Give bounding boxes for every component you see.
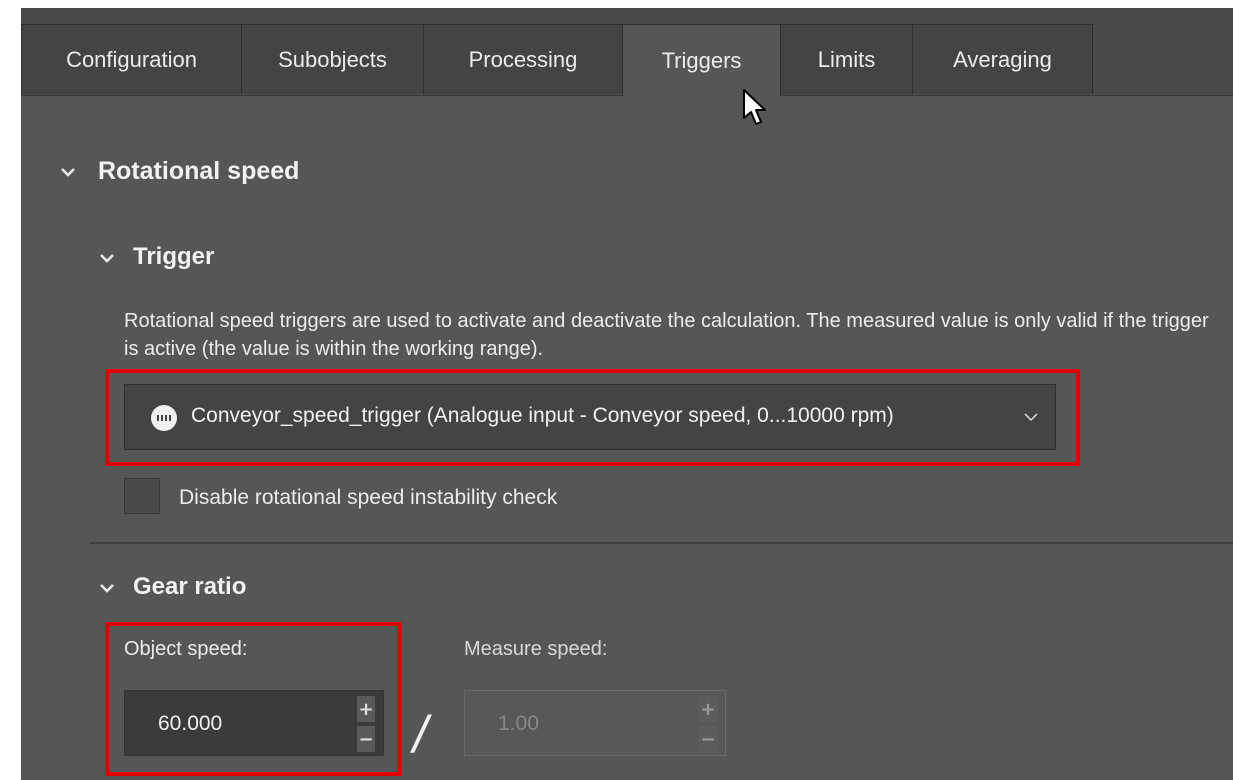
measure-speed-input: 1.00 + − [464, 690, 726, 756]
tab-label: Processing [468, 46, 578, 72]
instability-check-label[interactable]: Disable rotational speed instability che… [179, 486, 557, 510]
decrement-button: − [699, 726, 717, 752]
object-speed-input[interactable]: 60.000 + − [124, 690, 384, 756]
tab-triggers[interactable]: Triggers [622, 24, 781, 96]
increment-button: + [699, 696, 717, 722]
increment-button[interactable]: + [357, 696, 375, 722]
tab-label: Triggers [661, 47, 742, 73]
chevron-down-icon[interactable] [59, 163, 77, 181]
trigger-description: Rotational speed triggers are used to ac… [124, 310, 1209, 360]
ratio-separator: / [413, 706, 428, 764]
trigger-select-value: Conveyor_speed_trigger (Analogue input -… [191, 404, 894, 427]
tab-averaging[interactable]: Averaging [912, 24, 1093, 94]
section-title-rotational-speed[interactable]: Rotational speed [98, 157, 299, 186]
mouse-pointer-icon [743, 89, 766, 125]
section-title-trigger[interactable]: Trigger [133, 243, 214, 271]
chevron-down-icon[interactable] [98, 249, 116, 267]
decrement-button[interactable]: − [357, 726, 375, 752]
triggers-panel: Configuration Subobjects Processing Trig… [21, 8, 1233, 780]
section-title-gear-ratio[interactable]: Gear ratio [133, 573, 246, 601]
chevron-down-icon [1024, 413, 1038, 422]
tab-label: Subobjects [278, 46, 387, 72]
tab-subobjects[interactable]: Subobjects [241, 24, 424, 94]
tab-limits[interactable]: Limits [780, 24, 913, 94]
analogue-input-icon [151, 405, 177, 431]
tab-processing[interactable]: Processing [423, 24, 623, 94]
tab-label: Limits [817, 46, 876, 72]
chevron-down-icon[interactable] [98, 579, 116, 597]
tab-bar: Configuration Subobjects Processing Trig… [21, 8, 1233, 96]
measure-speed-label: Measure speed: [464, 638, 608, 660]
trigger-select[interactable]: Conveyor_speed_trigger (Analogue input -… [124, 384, 1056, 450]
object-speed-label: Object speed: [124, 638, 248, 660]
divider [90, 542, 1233, 544]
measure-speed-value: 1.00 [498, 712, 539, 735]
object-speed-value: 60.000 [158, 712, 223, 735]
tab-label: Configuration [66, 46, 197, 72]
tab-configuration[interactable]: Configuration [21, 24, 242, 94]
tab-label: Averaging [953, 46, 1052, 72]
instability-check-checkbox[interactable] [124, 478, 160, 514]
